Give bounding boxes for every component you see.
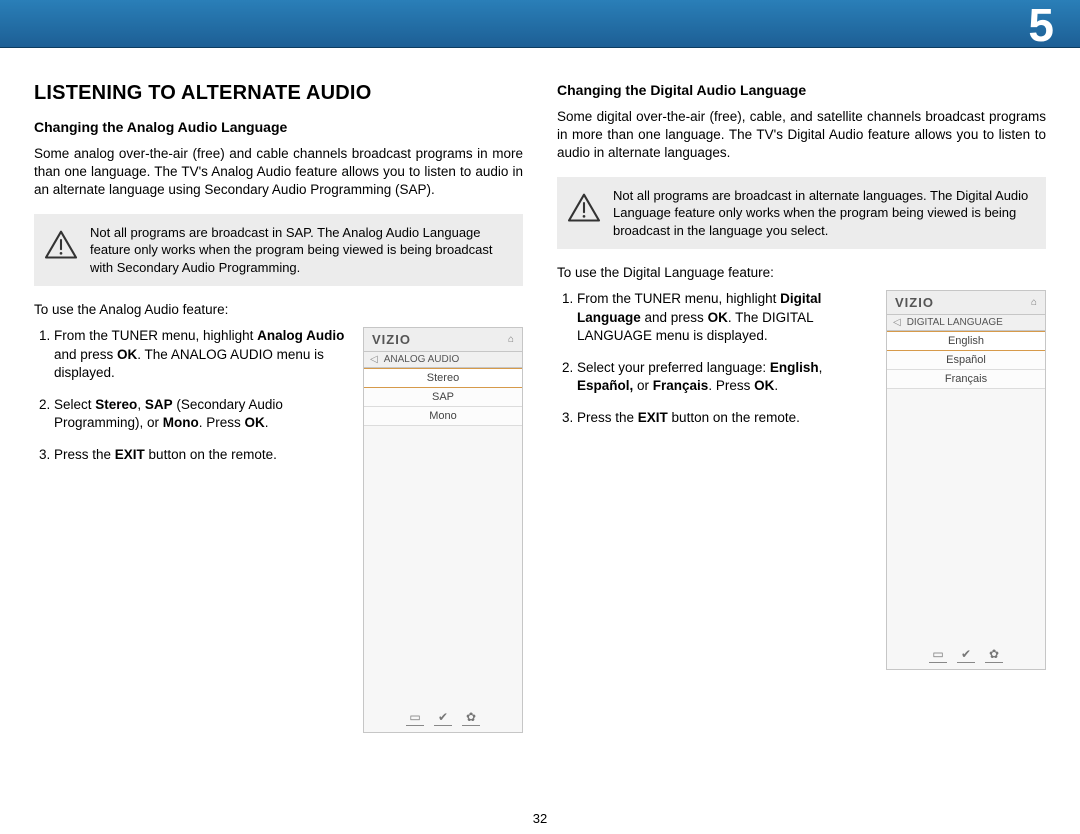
v-icon: ✔ <box>957 648 975 663</box>
warning-icon <box>567 193 601 223</box>
menu-empty-area <box>887 389 1045 644</box>
gear-icon: ✿ <box>985 648 1003 663</box>
menu-item: SAP <box>364 388 522 407</box>
wide-icon: ▭ <box>406 711 424 726</box>
wide-icon: ▭ <box>929 648 947 663</box>
menu-empty-area <box>364 426 522 707</box>
note-text-analog: Not all programs are broadcast in SAP. T… <box>90 224 509 277</box>
steps-list-analog: From the TUNER menu, highlight Analog Au… <box>34 327 347 478</box>
menu-title: ANALOG AUDIO <box>384 354 460 365</box>
section-heading: LISTENING TO ALTERNATE AUDIO <box>34 82 523 105</box>
note-box-digital: Not all programs are broadcast in altern… <box>557 177 1046 250</box>
note-box-analog: Not all programs are broadcast in SAP. T… <box>34 214 523 287</box>
v-icon: ✔ <box>434 711 452 726</box>
menu-title-row: ◁ DIGITAL LANGUAGE <box>887 315 1045 331</box>
step-item: Select your preferred language: English,… <box>577 359 870 395</box>
page-number: 32 <box>533 811 547 826</box>
note-text-digital: Not all programs are broadcast in altern… <box>613 187 1032 240</box>
page-body: LISTENING TO ALTERNATE AUDIO Changing th… <box>0 48 1080 743</box>
vizio-logo: VIZIO <box>895 295 934 310</box>
menu-title-row: ◁ ANALOG AUDIO <box>364 352 522 368</box>
menu-screenshot-analog: VIZIO ⌂ ◁ ANALOG AUDIO StereoSAPMono ▭ ✔… <box>363 327 523 733</box>
step-item: From the TUNER menu, highlight Digital L… <box>577 290 870 345</box>
menu-item: Français <box>887 370 1045 389</box>
home-icon: ⌂ <box>508 334 514 345</box>
intro-analog: Some analog over-the-air (free) and cabl… <box>34 145 523 200</box>
menu-footer: ▭ ✔ ✿ <box>887 644 1045 669</box>
menu-title: DIGITAL LANGUAGE <box>907 317 1003 328</box>
right-column: Changing the Digital Audio Language Some… <box>557 82 1046 733</box>
step-item: Press the EXIT button on the remote. <box>54 446 347 464</box>
menu-screenshot-digital: VIZIO ⌂ ◁ DIGITAL LANGUAGE EnglishEspaño… <box>886 290 1046 670</box>
use-line-digital: To use the Digital Language feature: <box>557 265 1046 280</box>
vizio-logo: VIZIO <box>372 332 411 347</box>
back-icon: ◁ <box>370 354 378 365</box>
steps-row-digital: From the TUNER menu, highlight Digital L… <box>557 290 1046 670</box>
use-line-analog: To use the Analog Audio feature: <box>34 302 523 317</box>
subheading-analog: Changing the Analog Audio Language <box>34 119 523 135</box>
menu-footer: ▭ ✔ ✿ <box>364 707 522 732</box>
warning-icon <box>44 230 78 260</box>
steps-list-digital: From the TUNER menu, highlight Digital L… <box>557 290 870 441</box>
menu-item: English <box>887 331 1045 351</box>
gear-icon: ✿ <box>462 711 480 726</box>
step-item: From the TUNER menu, highlight Analog Au… <box>54 327 347 382</box>
menu-header: VIZIO ⌂ <box>364 328 522 352</box>
menu-item: Stereo <box>364 368 522 388</box>
chapter-number: 5 <box>1028 0 1054 52</box>
steps-row-analog: From the TUNER menu, highlight Analog Au… <box>34 327 523 733</box>
menu-item: Español <box>887 351 1045 370</box>
home-icon: ⌂ <box>1031 297 1037 308</box>
step-item: Press the EXIT button on the remote. <box>577 409 870 427</box>
back-icon: ◁ <box>893 317 901 328</box>
header-band: 5 <box>0 0 1080 48</box>
menu-item: Mono <box>364 407 522 426</box>
intro-digital: Some digital over-the-air (free), cable,… <box>557 108 1046 163</box>
step-item: Select Stereo, SAP (Secondary Audio Prog… <box>54 396 347 432</box>
subheading-digital: Changing the Digital Audio Language <box>557 82 1046 98</box>
menu-header: VIZIO ⌂ <box>887 291 1045 315</box>
left-column: LISTENING TO ALTERNATE AUDIO Changing th… <box>34 82 523 733</box>
